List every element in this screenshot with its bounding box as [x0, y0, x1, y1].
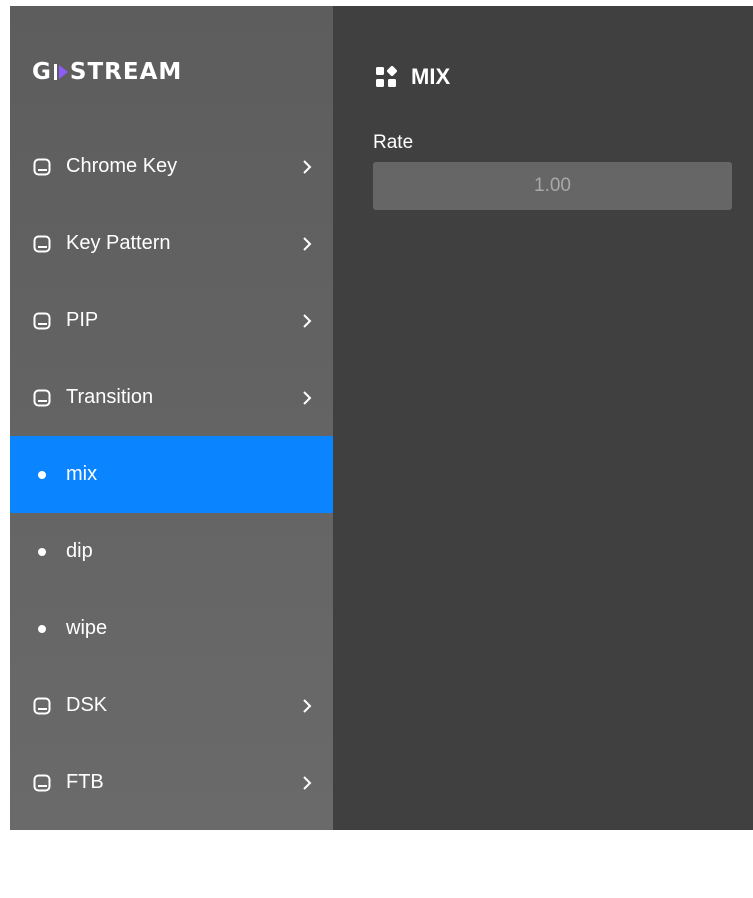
sidebar-item-label: wipe: [66, 617, 108, 639]
rate-label: Rate: [373, 132, 414, 153]
widgets-icon: [376, 66, 397, 87]
chevron-right-icon: [303, 159, 312, 174]
main-panel: MIX Rate: [333, 6, 753, 830]
sidebar-item-audio-mixer[interactable]: Audio Mixer: [10, 821, 333, 898]
folder-square-icon: [32, 850, 52, 870]
rate-input[interactable]: [373, 162, 732, 210]
folder-square-icon: [32, 157, 52, 177]
sidebar-item-dip[interactable]: dip: [10, 513, 333, 590]
panel-header: MIX: [375, 64, 450, 90]
sidebar-item-chrome-key[interactable]: Chrome Key: [10, 128, 333, 205]
sidebar-nav: Chrome Key Key Pattern PIP Transition mi…: [10, 128, 333, 898]
sidebar-item-label: Audio Mixer: [66, 848, 172, 870]
folder-square-icon: [32, 311, 52, 331]
sidebar-item-label: Key Pattern: [66, 232, 171, 254]
sidebar-item-transition[interactable]: Transition: [10, 359, 333, 436]
sidebar-item-label: Transition: [66, 386, 154, 408]
chevron-right-icon: [303, 852, 312, 867]
sidebar-item-label: FTB: [66, 771, 104, 793]
bullet-dot-icon: [32, 542, 52, 562]
chevron-right-icon: [303, 698, 312, 713]
folder-square-icon: [32, 773, 52, 793]
sidebar-item-label: PIP: [66, 309, 99, 331]
sidebar-item-mix[interactable]: mix: [10, 436, 333, 513]
chevron-right-icon: [303, 390, 312, 405]
logo-play-icon: [53, 64, 68, 80]
page-title: MIX: [411, 64, 451, 89]
sidebar-item-ftb[interactable]: FTB: [10, 744, 333, 821]
bullet-dot-icon: [32, 619, 52, 639]
sidebar-item-label: DSK: [66, 694, 108, 716]
sidebar-item-label: Chrome Key: [66, 155, 178, 177]
folder-square-icon: [32, 696, 52, 716]
sidebar-item-key-pattern[interactable]: Key Pattern: [10, 205, 333, 282]
folder-square-icon: [32, 388, 52, 408]
sidebar: G STREAM Chrome Key Key Pattern PIP Tran…: [10, 6, 333, 870]
folder-square-icon: [32, 234, 52, 254]
sidebar-item-dsk[interactable]: DSK: [10, 667, 333, 744]
sidebar-item-label: dip: [66, 540, 93, 562]
chevron-right-icon: [303, 313, 312, 328]
logo: G STREAM: [32, 52, 182, 92]
sidebar-item-wipe[interactable]: wipe: [10, 590, 333, 667]
logo-text-left: G: [32, 59, 52, 85]
logo-text-right: STREAM: [69, 59, 183, 85]
sidebar-item-label: mix: [66, 463, 98, 485]
app-window: G STREAM Chrome Key Key Pattern PIP Tran…: [10, 6, 753, 870]
chevron-right-icon: [303, 775, 312, 790]
bullet-dot-icon: [32, 465, 52, 485]
chevron-right-icon: [303, 236, 312, 251]
sidebar-item-pip[interactable]: PIP: [10, 282, 333, 359]
